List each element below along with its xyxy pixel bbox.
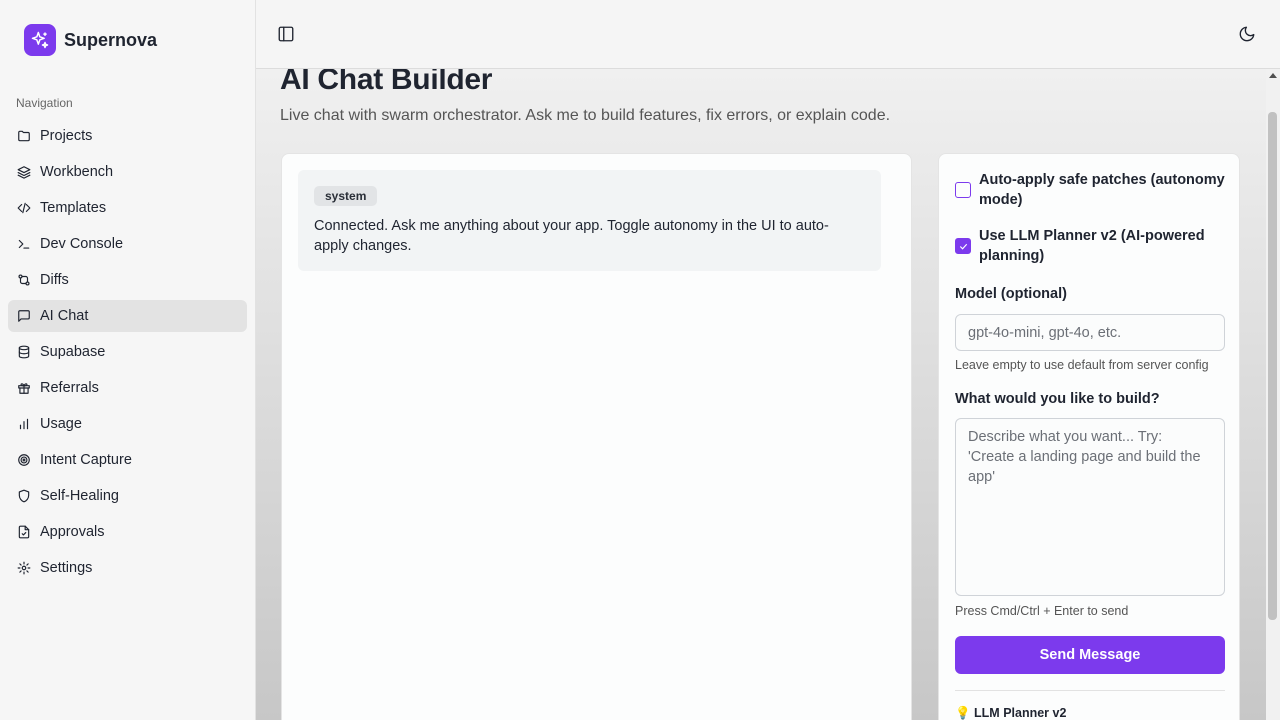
- sidebar-item-intent-capture[interactable]: Intent Capture: [8, 444, 247, 476]
- sidebar-item-label: Supabase: [40, 344, 106, 360]
- sidebar-item-templates[interactable]: Templates: [8, 192, 247, 224]
- bar-chart-icon: [17, 417, 31, 431]
- sidebar-item-approvals[interactable]: Approvals: [8, 516, 247, 548]
- chat-panel: system Connected. Ask me anything about …: [281, 153, 912, 720]
- sidebar-item-label: Projects: [40, 128, 93, 144]
- autonomy-row[interactable]: Auto-apply safe patches (autonomy mode): [955, 170, 1227, 210]
- folder-icon: [17, 129, 31, 143]
- checkmark-icon: [959, 243, 967, 250]
- model-hint: Leave empty to use default from server c…: [955, 358, 1209, 372]
- model-input[interactable]: [955, 314, 1225, 351]
- sidebar-item-label: Workbench: [40, 164, 114, 180]
- scrollbar-thumb[interactable]: [1268, 112, 1277, 620]
- divider: [955, 690, 1225, 691]
- message-square-icon: [17, 309, 31, 323]
- sidebar-item-workbench[interactable]: Workbench: [8, 156, 247, 188]
- file-check-icon: [17, 525, 31, 539]
- sidebar-item-self-healing[interactable]: Self-Healing: [8, 480, 247, 512]
- gear-icon: [17, 561, 31, 575]
- sparkles-icon: [24, 24, 56, 56]
- send-hint: Press Cmd/Ctrl + Enter to send: [955, 604, 1129, 618]
- brand[interactable]: Supernova: [24, 24, 157, 56]
- gift-icon: [17, 381, 31, 395]
- moon-icon[interactable]: [1238, 25, 1256, 43]
- target-icon: [17, 453, 31, 467]
- sidebar-item-diffs[interactable]: Diffs: [8, 264, 247, 296]
- main-content: AI Chat Builder Live chat with swarm orc…: [256, 69, 1266, 720]
- sidebar-item-label: Referrals: [40, 380, 99, 396]
- sidebar-item-label: Approvals: [40, 524, 105, 540]
- code-icon: [17, 201, 31, 215]
- sidebar-item-settings[interactable]: Settings: [8, 552, 247, 584]
- sidebar-item-supabase[interactable]: Supabase: [8, 336, 247, 368]
- topbar: [256, 0, 1280, 69]
- prompt-label: What would you like to build?: [955, 391, 1160, 407]
- autonomy-checkbox[interactable]: [955, 182, 971, 198]
- sidebar: Supernova Navigation Projects Workbench …: [0, 0, 256, 720]
- app-name: Supernova: [64, 29, 158, 50]
- message-text: Connected. Ask me anything about your ap…: [314, 218, 829, 254]
- terminal-icon: [17, 237, 31, 251]
- sidebar-item-ai-chat[interactable]: AI Chat: [8, 300, 247, 332]
- planner-row[interactable]: Use LLM Planner v2 (AI-powered planning): [955, 226, 1227, 266]
- page-title: AI Chat Builder: [280, 69, 493, 96]
- sidebar-item-projects[interactable]: Projects: [8, 120, 247, 152]
- database-icon: [17, 345, 31, 359]
- sidebar-item-label: Diffs: [40, 272, 69, 288]
- sidebar-toggle-icon[interactable]: [277, 25, 295, 43]
- planner-note: 💡 LLM Planner v2: [955, 706, 1067, 720]
- sidebar-item-label: Templates: [40, 200, 107, 216]
- sidebar-item-label: AI Chat: [40, 308, 89, 324]
- shield-icon: [17, 489, 31, 503]
- autonomy-label: Auto-apply safe patches (autonomy mode): [979, 172, 1225, 208]
- model-label: Model (optional): [955, 286, 1067, 302]
- sidebar-item-label: Settings: [40, 560, 93, 576]
- role-badge: system: [314, 186, 378, 206]
- sidebar-item-label: Usage: [40, 416, 82, 432]
- sidebar-item-referrals[interactable]: Referrals: [8, 372, 247, 404]
- sidebar-item-label: Self-Healing: [40, 488, 119, 504]
- sidebar-item-dev-console[interactable]: Dev Console: [8, 228, 247, 260]
- layers-icon: [17, 165, 31, 179]
- planner-checkbox[interactable]: [955, 238, 971, 254]
- sidebar-nav: Projects Workbench Templates Dev Console…: [8, 120, 247, 588]
- chat-message: system Connected. Ask me anything about …: [298, 170, 881, 271]
- scrollbar[interactable]: [1266, 69, 1280, 720]
- sidebar-item-usage[interactable]: Usage: [8, 408, 247, 440]
- page-subtitle: Live chat with swarm orchestrator. Ask m…: [280, 107, 891, 124]
- sidebar-item-label: Dev Console: [40, 236, 124, 252]
- nav-heading: Navigation: [16, 96, 73, 110]
- git-compare-icon: [17, 273, 31, 287]
- planner-label: Use LLM Planner v2 (AI-powered planning): [979, 228, 1205, 264]
- send-message-button[interactable]: Send Message: [955, 636, 1225, 674]
- settings-panel: Auto-apply safe patches (autonomy mode) …: [938, 153, 1240, 720]
- sidebar-item-label: Intent Capture: [40, 452, 132, 468]
- scroll-up-arrow-icon[interactable]: [1269, 73, 1277, 78]
- prompt-textarea[interactable]: [955, 418, 1225, 596]
